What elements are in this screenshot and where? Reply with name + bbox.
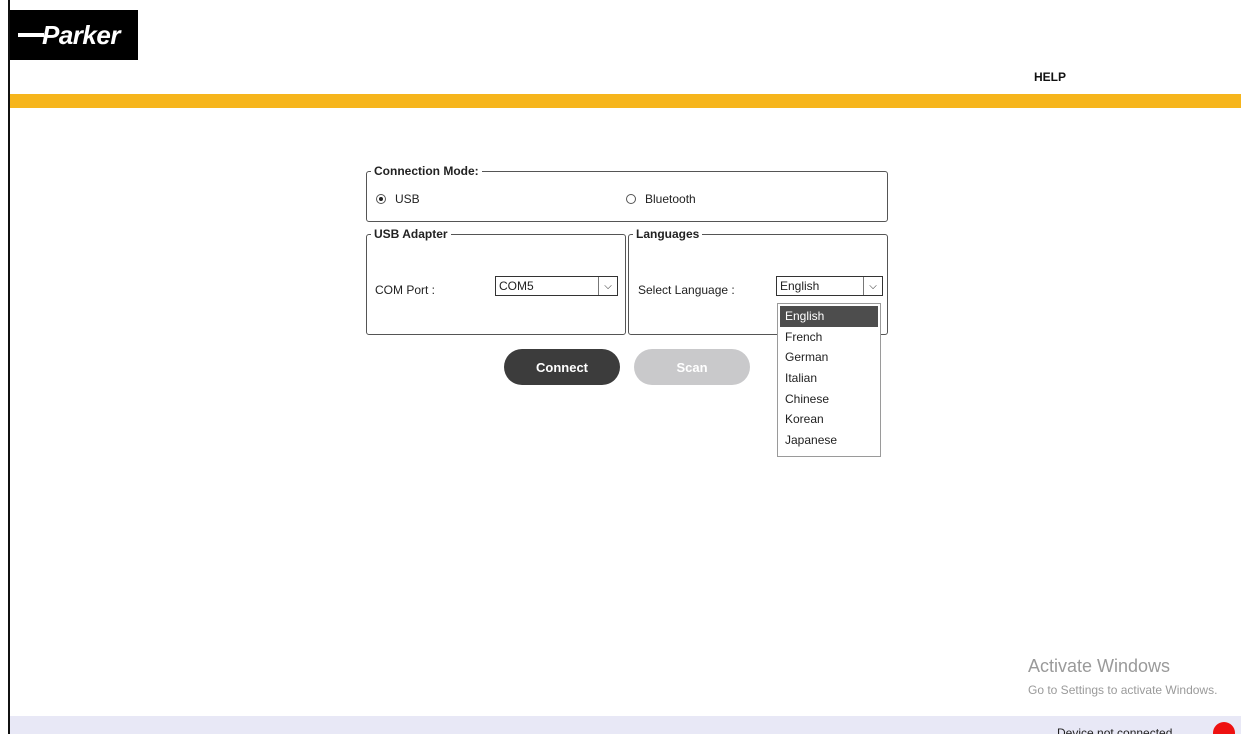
scan-button[interactable]: Scan (634, 349, 750, 385)
connection-status-text: Device not connected (1057, 726, 1173, 734)
language-option-german[interactable]: German (780, 347, 878, 368)
logo-text: Parker (42, 19, 120, 50)
languages-legend: Languages (636, 227, 700, 241)
language-value: English (780, 279, 820, 293)
connect-button[interactable]: Connect (504, 349, 620, 385)
status-bar: Device not connected (10, 716, 1241, 734)
radio-unselected-icon (626, 194, 636, 204)
language-option-french[interactable]: French (780, 327, 878, 348)
language-option-english[interactable]: English (780, 306, 878, 327)
chevron-down-icon[interactable]: ⌵ (863, 277, 882, 295)
language-select[interactable]: English ⌵ (776, 276, 883, 296)
com-port-label: COM Port : (375, 283, 436, 297)
logo-dash (18, 33, 44, 37)
language-option-chinese[interactable]: Chinese (780, 389, 878, 410)
status-indicator-icon (1213, 722, 1235, 734)
com-port-select[interactable]: COM5 ⌵ (495, 276, 618, 296)
header-accent-bar (10, 94, 1241, 108)
parker-logo: Parker (10, 10, 138, 60)
language-option-korean[interactable]: Korean (780, 409, 878, 430)
usb-adapter-legend: USB Adapter (374, 227, 448, 241)
language-option-japanese[interactable]: Japanese (780, 430, 878, 451)
com-port-value: COM5 (499, 279, 534, 293)
connection-mode-legend: Connection Mode: (374, 164, 479, 178)
language-option-italian[interactable]: Italian (780, 368, 878, 389)
window-edge (8, 0, 10, 734)
activate-windows-subtitle: Go to Settings to activate Windows. (1028, 683, 1218, 697)
usb-radio[interactable]: USB (376, 192, 420, 206)
select-language-label: Select Language : (638, 283, 735, 297)
bluetooth-radio-label: Bluetooth (645, 192, 696, 206)
usb-radio-label: USB (395, 192, 420, 206)
bluetooth-radio[interactable]: Bluetooth (626, 192, 696, 206)
radio-selected-icon (376, 194, 386, 204)
activate-windows-title: Activate Windows (1028, 656, 1171, 676)
language-dropdown-list: English French German Italian Chinese Ko… (777, 303, 881, 457)
help-link[interactable]: HELP (1034, 70, 1066, 84)
chevron-down-icon[interactable]: ⌵ (598, 277, 617, 295)
